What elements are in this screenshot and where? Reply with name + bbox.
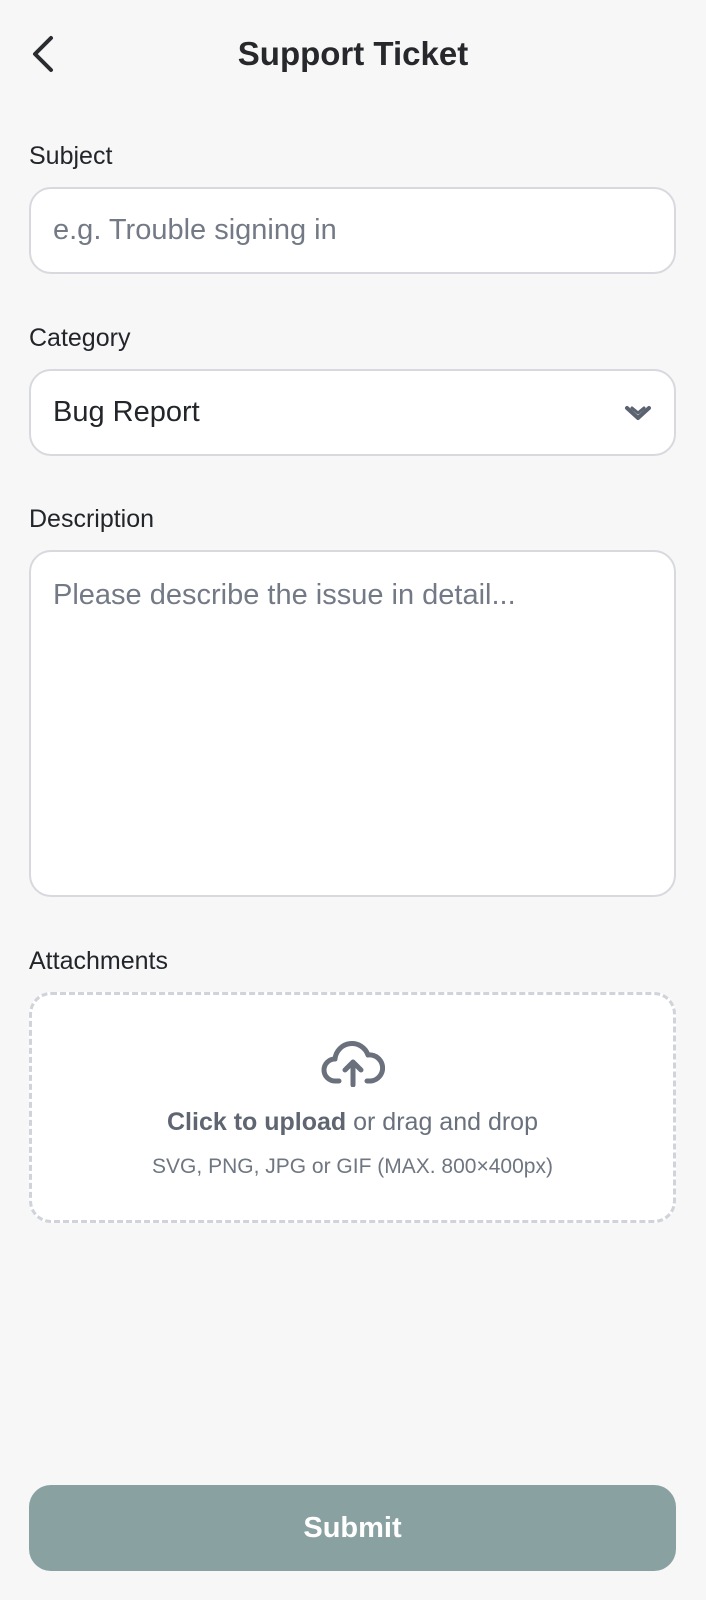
subject-field (29, 187, 676, 274)
drag-drop-text: or drag and drop (346, 1108, 538, 1136)
category-selected-value: Bug Report (53, 396, 200, 428)
click-to-upload-link[interactable]: Click to upload (167, 1108, 346, 1136)
chevron-down-icon (624, 403, 652, 423)
category-select[interactable]: Bug Report (29, 369, 676, 456)
category-label: Category (29, 324, 131, 352)
cloud-upload-icon (321, 1041, 385, 1087)
upload-dropzone[interactable]: Click to upload or drag and drop SVG, PN… (29, 992, 676, 1223)
attachments-label: Attachments (29, 947, 168, 975)
subject-input[interactable] (31, 189, 674, 272)
submit-button[interactable]: Submit (29, 1485, 676, 1571)
description-field (29, 550, 676, 897)
description-textarea[interactable] (31, 552, 674, 895)
upload-instructions: Click to upload or drag and drop (32, 1105, 673, 1139)
description-label: Description (29, 505, 155, 533)
subject-label: Subject (29, 142, 113, 170)
page-title: Support Ticket (237, 35, 469, 72)
app-header: Support Ticket (0, 0, 706, 108)
upload-file-hint: SVG, PNG, JPG or GIF (MAX. 800×400px) (152, 1155, 553, 1178)
